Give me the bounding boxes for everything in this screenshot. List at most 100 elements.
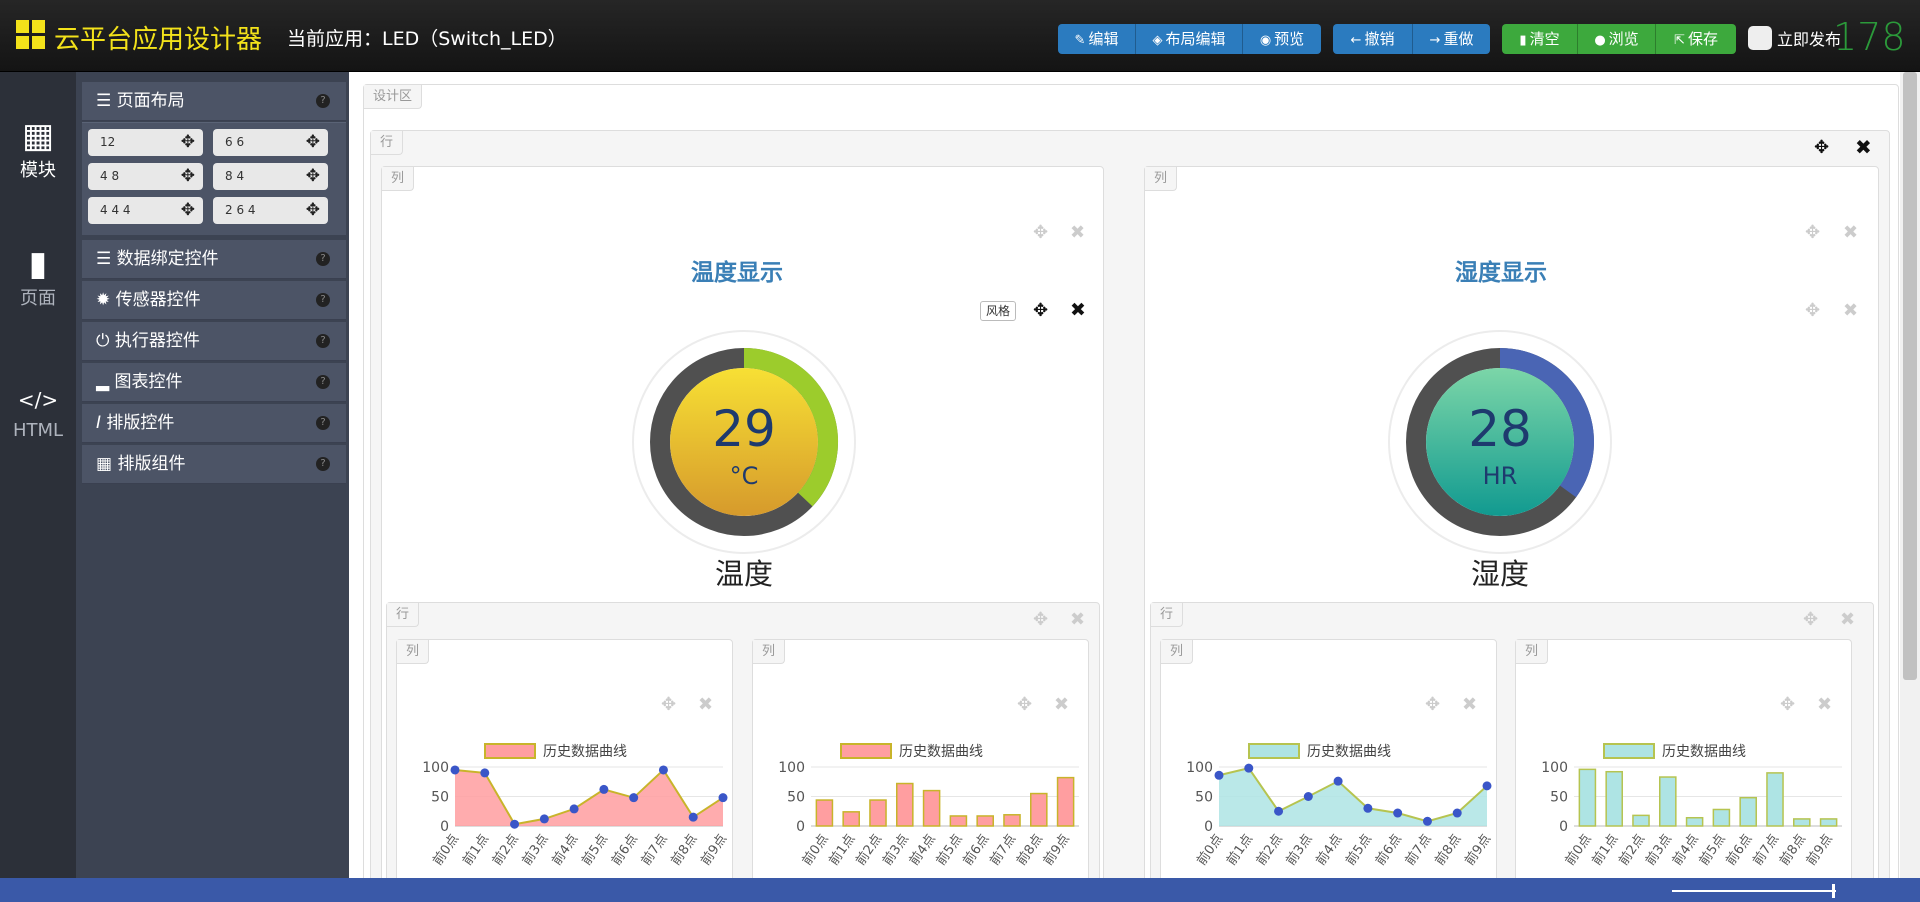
legend-swatch [1603,743,1655,759]
chart-column[interactable]: 列 ✥ ✖ 历史数据曲线 0 50 100 前0点 前1点 前2点 前3点 前4点 前5点 前6点前… [1515,639,1852,889]
power-icon: ⏻ [96,331,115,351]
help-icon[interactable]: ? [316,94,330,108]
move-icon[interactable]: ✥ [181,197,195,224]
move-icon[interactable]: ✥ [306,129,320,156]
app-logo-icon [16,20,46,50]
close-icon[interactable]: ✖ [1840,609,1855,630]
grid-option[interactable]: 12 ✥ [88,129,203,156]
close-icon[interactable]: ✖ [1070,609,1085,630]
bar [842,811,860,827]
status-slider[interactable] [1672,890,1836,892]
x-tick-label: 前0点 [1194,831,1227,868]
edit-button[interactable]: ✎ 编辑 [1058,24,1136,54]
chart-column[interactable]: 列 ✥ ✖ 历史数据曲线 0 50 100 前0点 前1点 前2点 前3点 前4点 前5点 前6点前… [396,639,733,889]
close-icon[interactable]: ✖ [1070,299,1086,321]
x-tick-label: 前0点 [799,831,832,868]
panel-section-typography[interactable]: I 排版控件? [82,404,346,443]
move-icon[interactable]: ✥ [1033,609,1048,630]
file-icon: ▮ [28,244,48,284]
x-tick-label: 前5点 [578,831,611,868]
area-chart: 历史数据曲线 0 50 100 前0点前1点前2点前3点前4点前5点前6点前7点前8点前… [422,743,730,868]
data-point [1333,776,1343,786]
clear-button[interactable]: ▮ 清空 [1502,24,1578,54]
help-icon[interactable]: ? [316,334,330,348]
app-title: 云平台应用设计器 [54,25,263,55]
nav-modules[interactable]: ▦ 模块 [0,116,76,182]
help-icon[interactable]: ? [316,293,330,307]
save-button[interactable]: ⇱ 保存 [1656,24,1736,54]
arrow-left-icon: ← [1350,33,1362,48]
y-tick-label: 0 [1204,819,1213,835]
move-icon[interactable]: ✥ [1805,222,1820,243]
chart-column[interactable]: 列 ✥ ✖ 历史数据曲线 0 50 100 前0点 前1点 前2点 前3点 前4点 前5点 前6点前… [1160,639,1497,889]
move-icon[interactable]: ✥ [306,163,320,190]
chart-column[interactable]: 列 ✥ ✖ 历史数据曲线 0 50 100 前0点 前1点 前2点 前3点 前4点 前5点 前6点前… [752,639,1089,889]
panel-section-sensor[interactable]: ✹ 传感器控件? [82,281,346,320]
bar [1632,814,1650,827]
help-icon[interactable]: ? [316,457,330,471]
panel-section-actuator[interactable]: ⏻ 执行器控件? [82,322,346,361]
undo-button[interactable]: ← 撤销 [1333,24,1413,54]
data-point [688,812,698,822]
move-icon[interactable]: ✥ [1814,137,1829,158]
x-tick-label: 前8点 [1776,831,1809,868]
bar [1685,816,1704,827]
layout-edit-button[interactable]: ◈ 布局编辑 [1136,24,1243,54]
y-tick-label: 0 [1559,819,1568,835]
x-tick-label: 前6点 [1372,831,1405,868]
grid-option[interactable]: 8 4 ✥ [213,163,328,190]
close-icon[interactable]: ✖ [1843,300,1858,321]
style-button[interactable]: 风格 [980,301,1017,321]
nav-pages[interactable]: ▮ 页面 [0,244,76,310]
legend-swatch [1248,743,1300,759]
x-tick-label: 前1点 [826,831,859,868]
move-icon[interactable]: ✥ [1805,300,1820,321]
move-icon[interactable]: ✥ [181,129,195,156]
panel-section-components[interactable]: ▦ 排版组件? [82,445,346,484]
bar-chart: 历史数据曲线 0 50 100 前0点前1点前2点前3点前4点前5点前6点前7点前8点前… [778,743,1079,868]
grid-option[interactable]: 4 4 4 ✥ [88,197,203,224]
publish-label: 立即发布 [1777,30,1842,49]
help-icon[interactable]: ? [316,416,330,430]
help-icon[interactable]: ? [316,252,330,266]
x-tick-label: 前5点 [1342,831,1375,868]
temperature-unit: °C [729,462,759,490]
grid-option[interactable]: 4 8 ✥ [88,163,203,190]
publish-checkbox[interactable] [1748,26,1772,50]
scrollbar-thumb[interactable] [1903,72,1917,680]
data-point [1452,808,1462,818]
bar [1003,814,1021,827]
close-icon[interactable]: ✖ [1855,135,1872,159]
move-icon[interactable]: ✥ [181,163,195,190]
preview-button[interactable]: ◉ 预览 [1243,24,1321,54]
close-icon[interactable]: ✖ [1070,222,1085,243]
move-icon[interactable]: ✥ [306,197,320,224]
move-icon[interactable]: ✥ [1803,609,1818,630]
move-icon[interactable]: ✥ [1033,222,1048,243]
column-tag: 列 [382,167,415,191]
close-icon[interactable]: ✖ [1843,222,1858,243]
area-chart: 历史数据曲线 0 50 100 前0点前1点前2点前3点前4点前5点前6点前7点前8点前… [1186,743,1494,868]
workspace: 设计区 行 ✥ ✖ 列 ✥ ✖ 温度显示 风格 ✥ ✖ 29 °C 温度 列 ✥… [349,72,1899,892]
panel-section-layout[interactable]: ☰ 页面布局 ? [82,82,346,121]
x-tick-label: 前7点 [1750,831,1783,868]
grid-option[interactable]: 2 6 4 ✥ [213,197,328,224]
x-tick-label: 前6点 [960,831,993,868]
nav-html[interactable]: </> HTML [0,380,76,441]
move-icon[interactable]: ✥ [1033,300,1048,321]
redo-button[interactable]: → 重做 [1413,24,1490,54]
status-slider-knob[interactable] [1832,884,1835,898]
area-fill [1219,768,1487,826]
legend-label: 历史数据曲线 [543,744,627,760]
browse-button[interactable]: ● 浏览 [1578,24,1656,54]
y-tick-label: 50 [787,790,805,806]
x-tick-label: 前7点 [1402,831,1435,868]
grid-option[interactable]: 6 6 ✥ [213,129,328,156]
help-icon[interactable]: ? [316,375,330,389]
x-tick-label: 前0点 [430,831,463,868]
bar [1793,818,1811,827]
panel-section-chart[interactable]: ▂ 图表控件? [82,363,346,402]
italic-icon: I [96,413,102,433]
y-tick-label: 0 [440,819,449,835]
panel-section-data-binding[interactable]: ☰ 数据绑定控件? [82,240,346,279]
